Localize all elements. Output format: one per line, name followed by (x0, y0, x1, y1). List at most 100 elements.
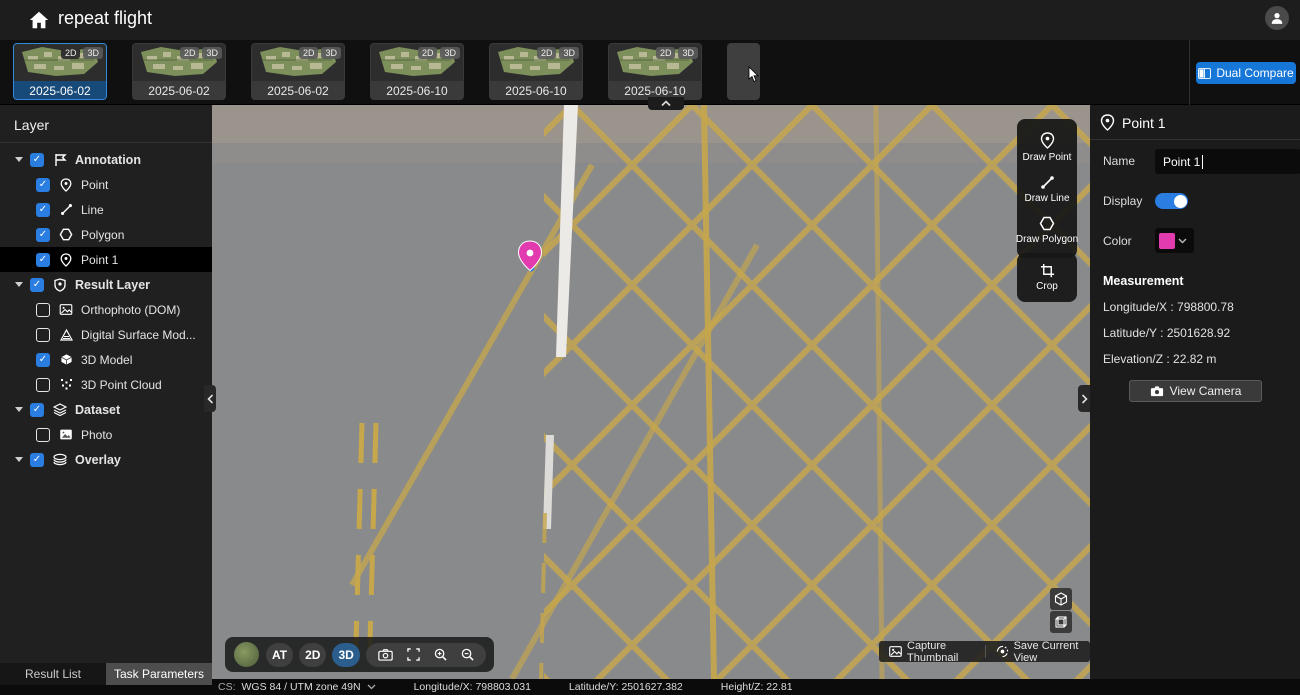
flight-thumbnail[interactable]: 2D3D2025-06-10 (370, 43, 464, 100)
dual-compare-button[interactable]: Dual Compare (1196, 62, 1296, 84)
view-toolbar: AT 2D 3D (225, 637, 494, 672)
map-viewport[interactable]: Draw Point Draw Line Draw Polygon Crop A… (212, 105, 1090, 679)
crop-button[interactable]: Crop (1017, 257, 1077, 298)
layer-row-polygon[interactable]: Polygon (0, 222, 212, 247)
color-label: Color (1103, 234, 1145, 248)
flight-thumbnail[interactable]: 2D3D2025-06-02 (13, 43, 107, 100)
3d-view-button[interactable]: 3D (332, 643, 359, 667)
crop-icon (1040, 263, 1055, 278)
capture-thumbnail-button[interactable]: Capture Thumbnail (879, 640, 985, 664)
save-current-view-button[interactable]: Save Current View (986, 640, 1090, 664)
dataset-icon (52, 402, 68, 418)
collapse-right-panel-handle[interactable] (1078, 385, 1090, 412)
map-preview-image: 2D3D (133, 44, 225, 81)
layer-row-dataset[interactable]: Dataset (0, 397, 212, 422)
name-input[interactable]: Point 1 (1155, 149, 1300, 174)
3d-badge[interactable]: 3D (83, 47, 103, 59)
expand-chevron-icon[interactable] (15, 282, 23, 287)
display-label: Display (1103, 194, 1145, 208)
layer-checkbox[interactable] (36, 428, 50, 442)
3d-badge[interactable]: 3D (321, 47, 341, 59)
tab-result-list[interactable]: Result List (0, 663, 106, 685)
layer-row-3d-point-cloud[interactable]: 3D Point Cloud (0, 372, 212, 397)
display-toggle[interactable] (1155, 193, 1188, 209)
zoom-out-icon[interactable] (461, 648, 474, 661)
screenshot-camera-icon[interactable] (378, 649, 393, 661)
save-view-icon (996, 645, 1009, 658)
draw-point-button[interactable]: Draw Point (1017, 126, 1077, 169)
divider (0, 142, 212, 143)
layer-row-annotation[interactable]: Annotation (0, 147, 212, 172)
2d-badge[interactable]: 2D (418, 47, 438, 59)
layer-row-photo[interactable]: Photo (0, 422, 212, 447)
layer-checkbox[interactable] (36, 178, 50, 192)
2d-badge[interactable]: 2D (299, 47, 319, 59)
fit-view-icon[interactable] (407, 648, 420, 661)
layer-checkbox[interactable] (30, 403, 44, 417)
pin-icon (58, 177, 74, 193)
2d-badge[interactable]: 2D (537, 47, 557, 59)
expand-chevron-icon[interactable] (15, 157, 23, 162)
3d-badge[interactable]: 3D (559, 47, 579, 59)
layer-label: Result Layer (75, 278, 150, 292)
flight-thumbnail[interactable]: 2D3D2025-06-02 (132, 43, 226, 100)
2d-badge[interactable]: 2D (656, 47, 676, 59)
layer-checkbox[interactable] (36, 378, 50, 392)
collapse-sidebar-handle[interactable] (204, 385, 216, 412)
3d-badge[interactable]: 3D (440, 47, 460, 59)
model-view-cube-icon[interactable] (1050, 588, 1072, 610)
layer-label: 3D Point Cloud (81, 378, 162, 392)
wireframe-view-cube-icon[interactable] (1050, 611, 1072, 633)
layer-checkbox[interactable] (30, 453, 44, 467)
user-avatar-icon[interactable] (1265, 6, 1289, 30)
layer-row-3d-model[interactable]: 3D Model (0, 347, 212, 372)
flight-thumbnail[interactable]: 2D3D2025-06-10 (489, 43, 583, 100)
panel-title: Point 1 (1122, 115, 1166, 131)
tab-task-parameters[interactable]: Task Parameters (106, 663, 212, 685)
2d-view-button[interactable]: 2D (299, 643, 326, 667)
cs-dropdown-chevron-icon[interactable] (367, 684, 376, 690)
map-tools-group (366, 643, 486, 667)
collapse-strip-handle[interactable] (648, 97, 684, 110)
at-view-button[interactable]: AT (266, 643, 293, 667)
left-bottom-filler (0, 685, 212, 695)
home-icon[interactable] (28, 9, 50, 31)
layer-checkbox[interactable] (36, 203, 50, 217)
zoom-in-icon[interactable] (434, 648, 447, 661)
layer-checkbox[interactable] (30, 278, 44, 292)
layer-row-point[interactable]: Point (0, 172, 212, 197)
measurement-row: Longitude/X : 798800.78 (1103, 300, 1300, 314)
layer-label: Orthophoto (DOM) (81, 303, 180, 317)
layer-row-overlay[interactable]: Overlay (0, 447, 212, 472)
layer-checkbox[interactable] (30, 153, 44, 167)
draw-polygon-button[interactable]: Draw Polygon (1017, 210, 1077, 251)
3d-badge[interactable]: 3D (678, 47, 698, 59)
color-picker[interactable] (1155, 228, 1194, 253)
view-camera-button[interactable]: View Camera (1129, 380, 1262, 402)
flight-thumbnail[interactable]: 2D3D2025-06-10 (608, 43, 702, 100)
flight-thumbnail[interactable]: 2D3D2025-06-02 (251, 43, 345, 100)
page-title: repeat flight (58, 8, 152, 29)
expand-chevron-icon[interactable] (15, 457, 23, 462)
layer-row-orthophoto-dom[interactable]: Orthophoto (DOM) (0, 297, 212, 322)
layer-checkbox[interactable] (36, 228, 50, 242)
layer-label: Dataset (75, 403, 120, 417)
expand-chevron-icon[interactable] (15, 407, 23, 412)
layer-checkbox[interactable] (36, 303, 50, 317)
layer-row-digital-surface-mod[interactable]: Digital Surface Mod... (0, 322, 212, 347)
layer-checkbox[interactable] (36, 253, 50, 267)
layer-row-line[interactable]: Line (0, 197, 212, 222)
layer-checkbox[interactable] (36, 353, 50, 367)
3d-badge[interactable]: 3D (202, 47, 222, 59)
2d-badge[interactable]: 2D (180, 47, 200, 59)
draw-line-button[interactable]: Draw Line (1017, 169, 1077, 210)
layer-row-point-1[interactable]: Point 1 (0, 247, 212, 272)
flight-thumbnail-partial[interactable] (727, 43, 760, 100)
layer-row-result-layer[interactable]: Result Layer (0, 272, 212, 297)
polygon-icon (58, 227, 74, 243)
minimap-thumbnail[interactable] (233, 641, 260, 668)
measurement-title: Measurement (1103, 274, 1300, 288)
2d-badge[interactable]: 2D (61, 47, 81, 59)
draw-line-icon (1040, 175, 1055, 190)
layer-checkbox[interactable] (36, 328, 50, 342)
